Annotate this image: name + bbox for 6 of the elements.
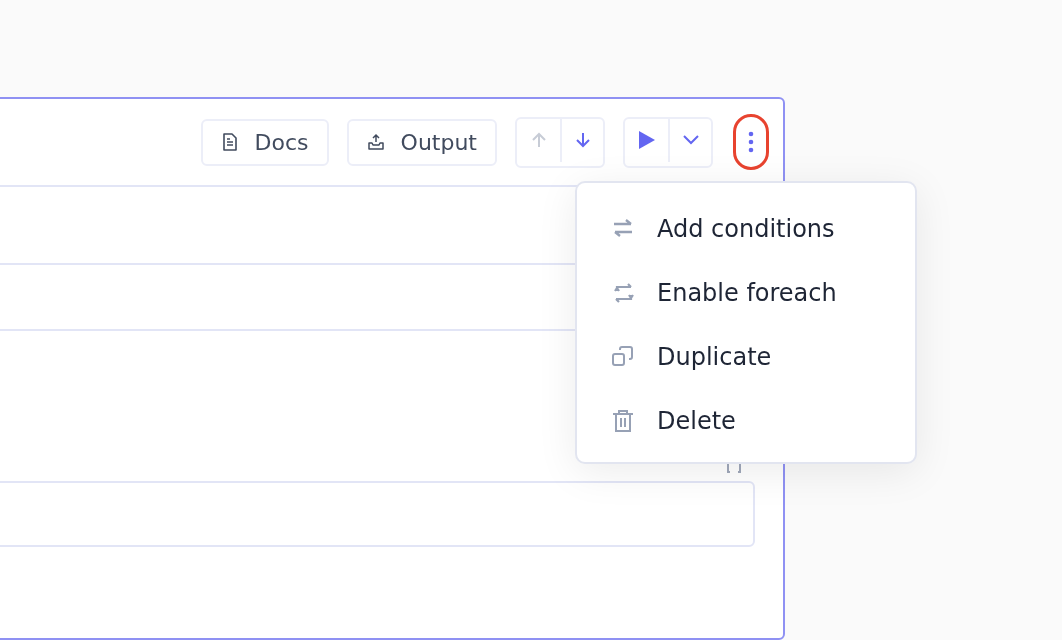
- output-button[interactable]: Output: [346, 118, 497, 166]
- menu-item[interactable]: Duplicate: [577, 325, 915, 389]
- menu-item[interactable]: Enable foreach: [577, 261, 915, 325]
- menu-item[interactable]: Add conditions: [577, 197, 915, 261]
- docs-button[interactable]: Docs: [200, 118, 329, 166]
- menu-item[interactable]: Delete: [577, 389, 915, 453]
